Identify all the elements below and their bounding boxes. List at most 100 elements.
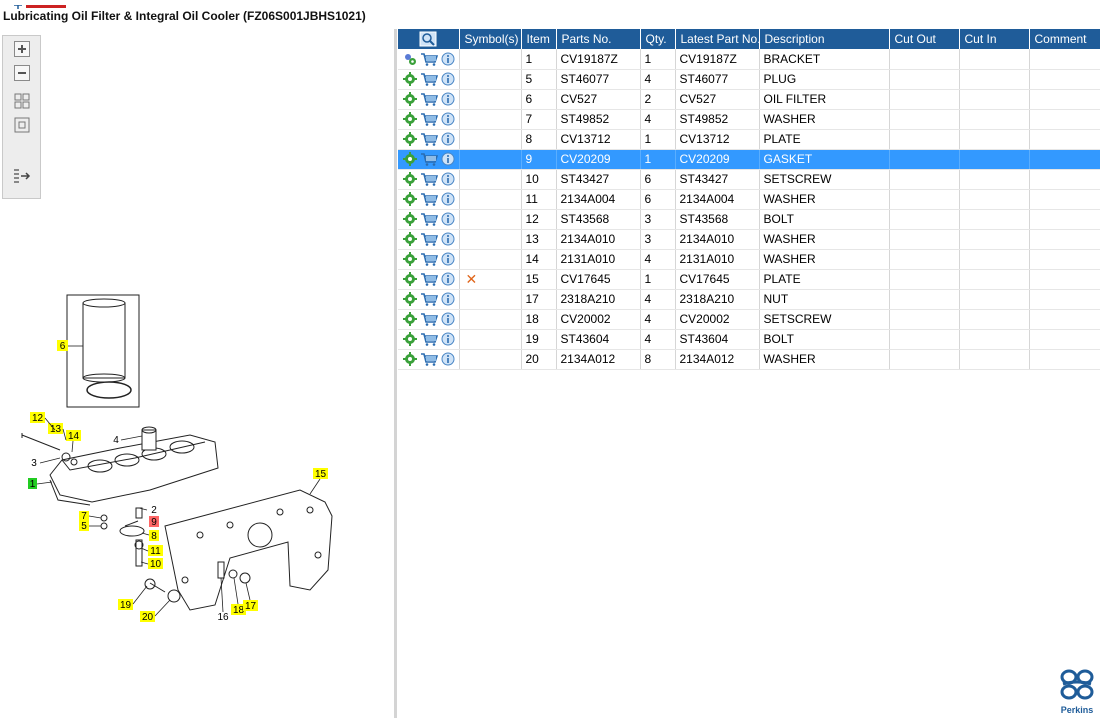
callout-12[interactable]: 12: [30, 412, 45, 424]
table-row[interactable]: 7 ST49852 4 ST49852 WASHER: [398, 109, 1100, 130]
info-icon[interactable]: [441, 232, 455, 246]
cell-latest-part-no[interactable]: ST49852: [675, 109, 760, 130]
table-row[interactable]: 13 2134A010 3 2134A010 WASHER: [398, 229, 1100, 250]
cell-latest-part-no[interactable]: CV19187Z: [675, 49, 760, 70]
callout-6[interactable]: 6: [57, 340, 68, 352]
callout-11[interactable]: 11: [148, 545, 163, 557]
info-icon[interactable]: [441, 132, 455, 146]
cart-icon[interactable]: [420, 72, 438, 86]
cart-icon[interactable]: [420, 252, 438, 266]
callout-3[interactable]: 3: [31, 458, 37, 469]
cart-icon[interactable]: [420, 172, 438, 186]
callout-1[interactable]: 1: [28, 478, 37, 490]
pane-splitter[interactable]: [394, 29, 397, 718]
gear-icon[interactable]: [403, 312, 417, 326]
gear-icon[interactable]: [403, 132, 417, 146]
info-icon[interactable]: [441, 252, 455, 266]
cell-part-no[interactable]: 2134A010: [556, 229, 641, 250]
gear-icon[interactable]: [403, 152, 417, 166]
cell-part-no[interactable]: CV527: [556, 89, 641, 110]
info-icon[interactable]: [441, 312, 455, 326]
callout-8[interactable]: 8: [149, 530, 159, 542]
cell-latest-part-no[interactable]: ST46077: [675, 69, 760, 90]
table-row[interactable]: 18 CV20002 4 CV20002 SETSCREW: [398, 309, 1100, 330]
cell-latest-part-no[interactable]: ST43604: [675, 329, 760, 350]
cell-latest-part-no[interactable]: CV20209: [675, 149, 760, 170]
cart-icon[interactable]: [420, 292, 438, 306]
gear-icon[interactable]: [403, 92, 417, 106]
cell-part-no[interactable]: CV13712: [556, 129, 641, 150]
cell-latest-part-no[interactable]: 2134A010: [675, 229, 760, 250]
cell-part-no[interactable]: 2318A210: [556, 289, 641, 310]
callout-14[interactable]: 14: [66, 430, 81, 442]
info-icon[interactable]: [441, 212, 455, 226]
gear-icon[interactable]: [403, 332, 417, 346]
cart-icon[interactable]: [420, 152, 438, 166]
cell-part-no[interactable]: ST49852: [556, 109, 641, 130]
info-icon[interactable]: [441, 272, 455, 286]
table-row[interactable]: 19 ST43604 4 ST43604 BOLT: [398, 329, 1100, 350]
gear-icon[interactable]: [403, 192, 417, 206]
gear-icon[interactable]: [403, 52, 417, 66]
gear-icon[interactable]: [403, 112, 417, 126]
column-header-latest-part-no[interactable]: Latest Part No.: [675, 29, 760, 49]
cell-latest-part-no[interactable]: 2131A010: [675, 249, 760, 270]
cell-part-no[interactable]: ST43427: [556, 169, 641, 190]
gear-icon[interactable]: [403, 272, 417, 286]
cell-part-no[interactable]: ST43568: [556, 209, 641, 230]
info-icon[interactable]: [441, 172, 455, 186]
cart-icon[interactable]: [420, 232, 438, 246]
cell-latest-part-no[interactable]: CV13712: [675, 129, 760, 150]
cell-part-no[interactable]: 2131A010: [556, 249, 641, 270]
cell-part-no[interactable]: 2134A004: [556, 189, 641, 210]
table-row[interactable]: 8 CV13712 1 CV13712 PLATE: [398, 129, 1100, 150]
export-button[interactable]: [12, 167, 32, 187]
gear-icon[interactable]: [403, 232, 417, 246]
cell-part-no[interactable]: CV19187Z: [556, 49, 641, 70]
table-row[interactable]: 20 2134A012 8 2134A012 WASHER: [398, 349, 1100, 370]
gear-icon[interactable]: [403, 212, 417, 226]
zoom-in-button[interactable]: [12, 39, 32, 59]
cell-part-no[interactable]: 2134A012: [556, 349, 641, 370]
cell-latest-part-no[interactable]: ST43427: [675, 169, 760, 190]
table-row[interactable]: 9 CV20209 1 CV20209 GASKET: [398, 149, 1100, 170]
callout-17[interactable]: 17: [243, 600, 258, 612]
table-row[interactable]: 6 CV527 2 CV527 OIL FILTER: [398, 89, 1100, 110]
column-header-view[interactable]: [398, 29, 460, 49]
zoom-out-button[interactable]: [12, 63, 32, 83]
callout-10[interactable]: 10: [148, 558, 163, 570]
gear-icon[interactable]: [403, 72, 417, 86]
cart-icon[interactable]: [420, 352, 438, 366]
cart-icon[interactable]: [420, 332, 438, 346]
cart-icon[interactable]: [420, 92, 438, 106]
column-header-parts-no[interactable]: Parts No.: [556, 29, 641, 49]
gear-icon[interactable]: [403, 172, 417, 186]
cell-part-no[interactable]: CV20209: [556, 149, 641, 170]
cell-latest-part-no[interactable]: 2134A012: [675, 349, 760, 370]
table-row[interactable]: 1 CV19187Z 1 CV19187Z BRACKET: [398, 49, 1100, 70]
gear-icon[interactable]: [403, 292, 417, 306]
gear-icon[interactable]: [403, 352, 417, 366]
cell-part-no[interactable]: CV20002: [556, 309, 641, 330]
info-icon[interactable]: [441, 192, 455, 206]
column-header-qty[interactable]: Qty.: [640, 29, 676, 49]
column-header-item[interactable]: Item: [521, 29, 557, 49]
cell-latest-part-no[interactable]: CV17645: [675, 269, 760, 290]
info-icon[interactable]: [441, 352, 455, 366]
callout-4[interactable]: 4: [113, 435, 119, 446]
gear-icon[interactable]: [403, 252, 417, 266]
table-row[interactable]: 10 ST43427 6 ST43427 SETSCREW: [398, 169, 1100, 190]
cart-icon[interactable]: [420, 52, 438, 66]
info-icon[interactable]: [441, 92, 455, 106]
cell-part-no[interactable]: ST46077: [556, 69, 641, 90]
cell-part-no[interactable]: CV17645: [556, 269, 641, 290]
column-header-cut-in[interactable]: Cut In: [959, 29, 1030, 49]
info-icon[interactable]: [441, 332, 455, 346]
column-header-comment[interactable]: Comment: [1029, 29, 1100, 49]
cart-icon[interactable]: [420, 132, 438, 146]
table-row[interactable]: 14 2131A010 4 2131A010 WASHER: [398, 249, 1100, 270]
info-icon[interactable]: [441, 112, 455, 126]
cart-icon[interactable]: [420, 212, 438, 226]
callout-2[interactable]: 2: [151, 505, 157, 516]
column-header-description[interactable]: Description: [759, 29, 890, 49]
